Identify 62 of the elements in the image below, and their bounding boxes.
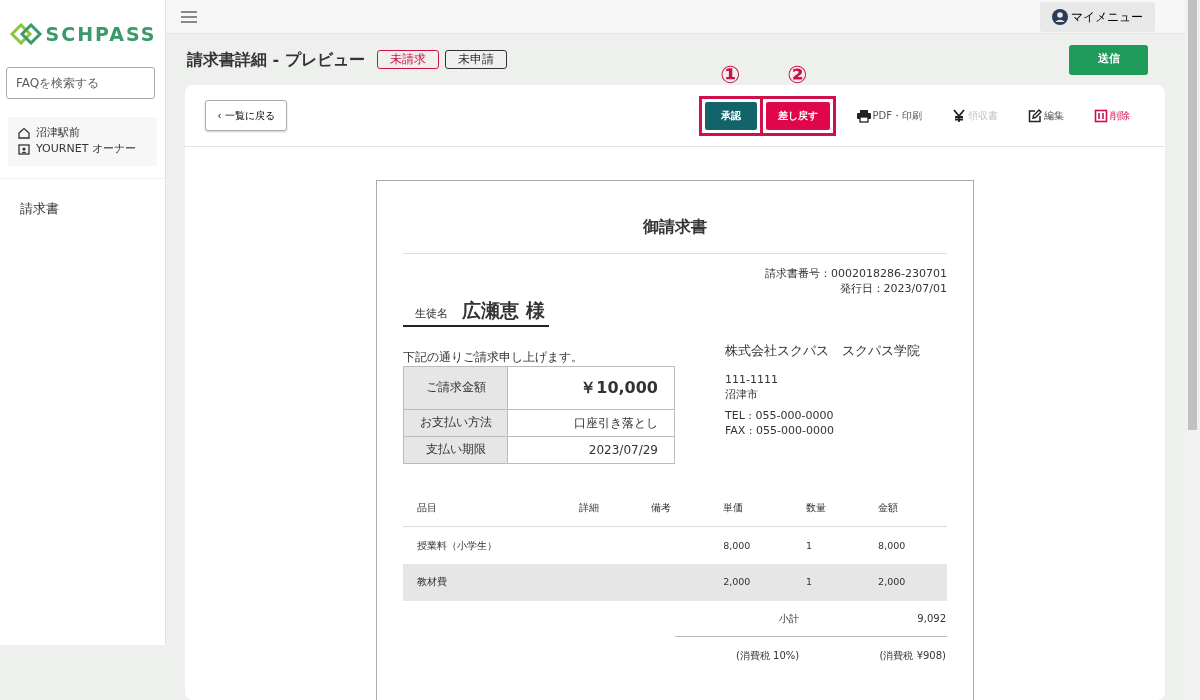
table-cell: 8,000 — [878, 539, 906, 551]
callout-number: ② — [787, 62, 808, 87]
invoice-note: 下記の通りご請求申し上げます。 — [403, 348, 584, 366]
search-field[interactable]: FAQを検索する — [6, 66, 155, 99]
phone-number: TEL : 055-000-0000 — [725, 407, 835, 423]
summary-label: 支払い期限 — [403, 436, 508, 464]
my-menu-button[interactable]: マイメニュー — [1040, 1, 1155, 32]
postal-code: 111-1111 — [725, 371, 779, 387]
table-cell: 2,000 — [878, 576, 906, 588]
table-cell: 1 — [806, 576, 813, 588]
reject-button[interactable]: 差し戻す — [765, 101, 830, 130]
menu-icon — [180, 9, 198, 24]
fax-number: FAX : 055-000-0000 — [725, 422, 835, 438]
table-cell: 8,000 — [723, 539, 751, 551]
student-label: 生徒名 — [415, 306, 448, 323]
trash-icon — [1094, 108, 1108, 123]
printer-icon — [856, 108, 871, 123]
summary-label: ご請求金額 — [403, 366, 508, 410]
company-city: 沼津市 — [725, 386, 759, 402]
table-cell: 授業料（小学生） — [417, 539, 497, 551]
edit-link[interactable]: 編集 — [1013, 108, 1079, 123]
company-name: 株式会社スクパス スクパス学院 — [725, 342, 920, 358]
user-icon — [1052, 8, 1068, 25]
logo-text: SCHPASS — [45, 22, 157, 47]
tax-label: (消費税 10%) — [735, 649, 800, 661]
summary-label: お支払い方法 — [403, 409, 508, 437]
tax-value: (消費税 ¥908) — [879, 649, 946, 661]
page-title: 請求書詳細 - プレビュー — [187, 49, 365, 70]
summary-value: 口座引き落とし — [507, 409, 675, 437]
id-card-icon — [18, 143, 30, 156]
column-header: 備考 — [637, 489, 710, 527]
table-cell: 1 — [806, 539, 813, 551]
invoice-title: 御請求書 — [403, 181, 947, 255]
logo-icon — [8, 23, 43, 46]
invoice-number: 請求書番号：0002018286-230701 — [764, 266, 947, 282]
status-badge: 未申請 — [444, 50, 507, 70]
delete-link[interactable]: 削除 — [1079, 108, 1145, 123]
yen-icon — [952, 108, 966, 123]
subtotal-label: 小計 — [779, 613, 800, 625]
callout-number: ① — [720, 62, 741, 87]
column-header: 数量 — [792, 489, 865, 527]
column-header: 単価 — [709, 489, 793, 527]
back-button[interactable]: ‹ 一覧に戻る — [205, 100, 287, 131]
user-name: YOURNET オーナー — [36, 141, 136, 157]
home-icon — [18, 126, 30, 139]
print-link[interactable]: PDF・印刷 — [841, 108, 937, 123]
send-button[interactable]: 送信 — [1069, 44, 1148, 75]
column-header: 金額 — [864, 489, 947, 527]
summary-value: 2023/07/29 — [507, 436, 675, 464]
approve-button[interactable]: 承認 — [704, 101, 757, 130]
issue-date: 発行日：2023/07/01 — [838, 281, 947, 297]
student-name: 広瀬恵 様 — [462, 298, 545, 324]
table-cell: 教材費 — [417, 576, 447, 588]
school-name: 沼津駅前 — [36, 124, 80, 141]
column-header: 詳細 — [565, 489, 638, 527]
table-cell: 2,000 — [723, 576, 751, 588]
edit-icon — [1028, 108, 1042, 123]
summary-value: ￥10,000 — [507, 366, 675, 410]
column-header: 品目 — [403, 489, 566, 527]
subtotal-value: 9,092 — [917, 613, 946, 625]
status-badge: 未請求 — [376, 50, 439, 70]
sidebar-item[interactable]: 請求書 — [0, 190, 165, 226]
